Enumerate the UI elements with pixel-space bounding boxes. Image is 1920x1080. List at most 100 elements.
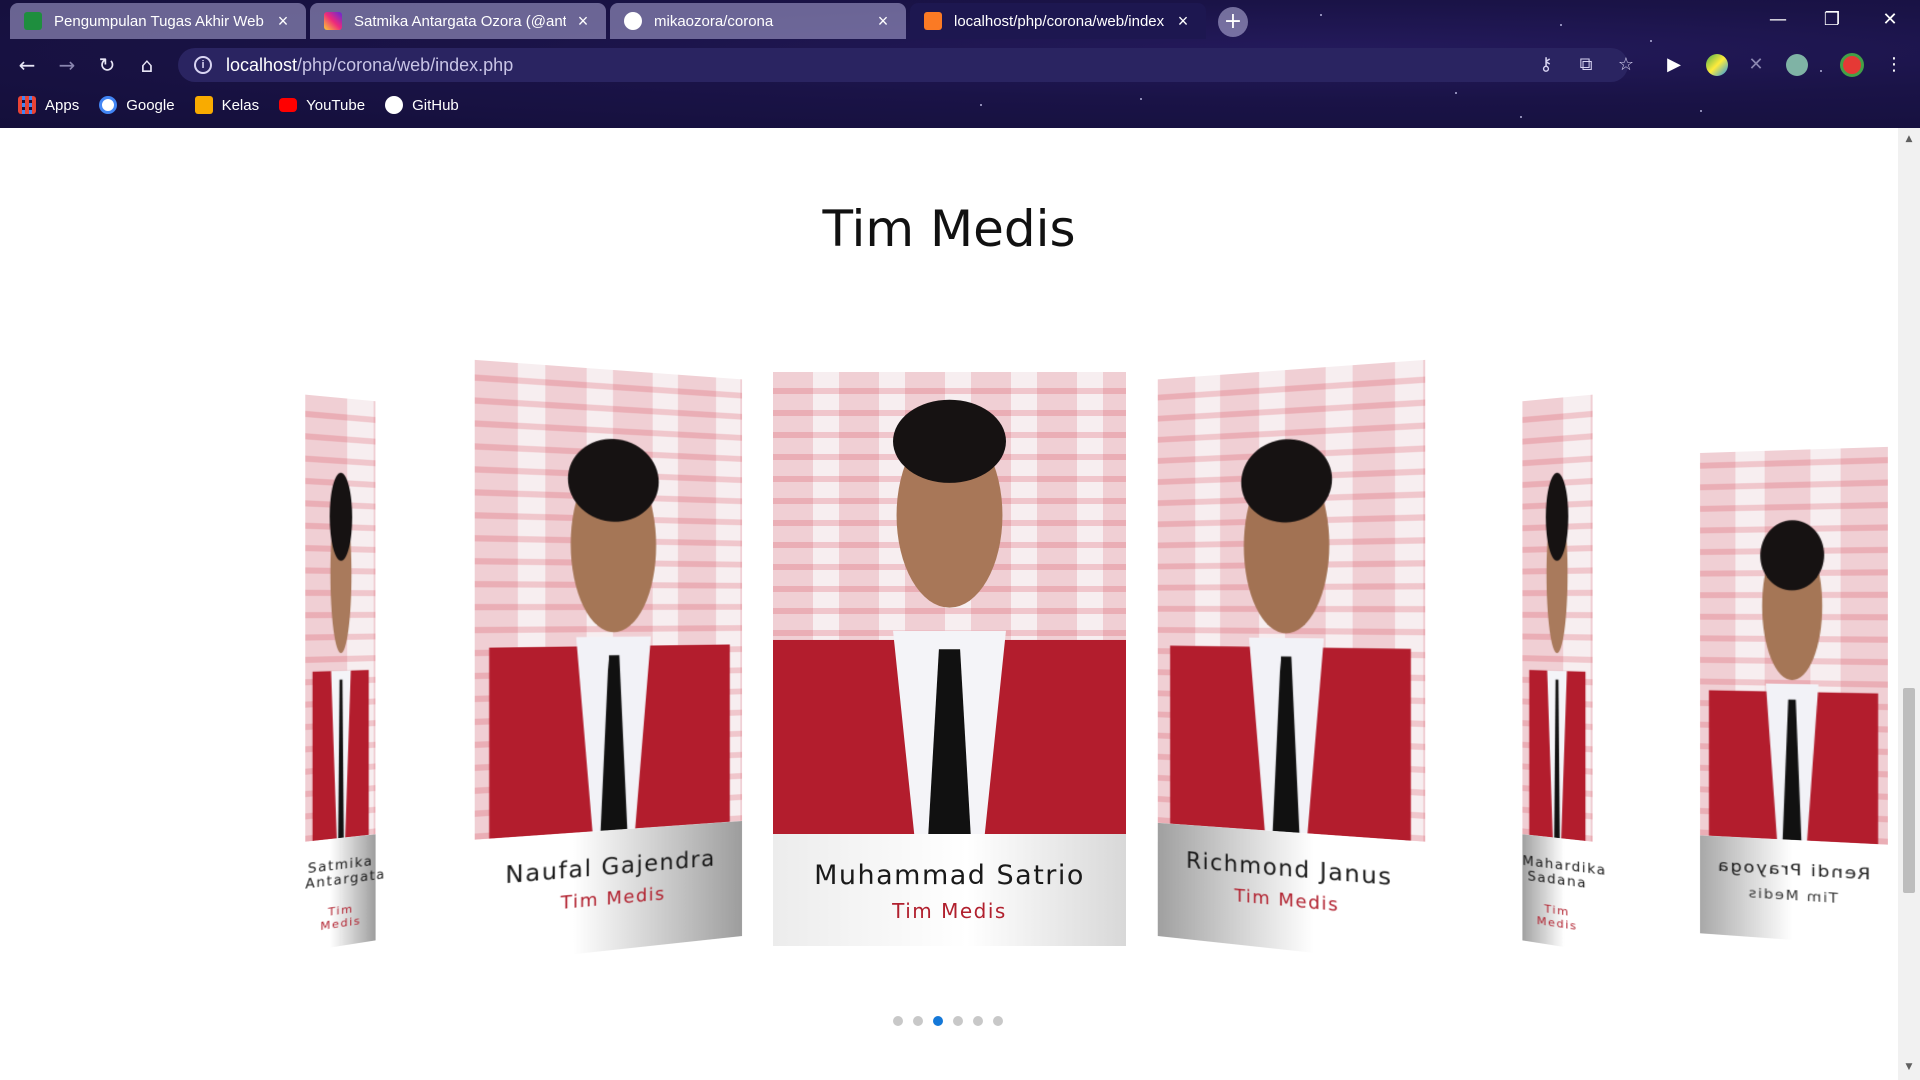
member-photo [773, 372, 1126, 834]
github-icon [624, 12, 642, 30]
url-path: /php/corona/web/index.php [297, 54, 514, 75]
page-scrollbar[interactable]: ▲ ▼ [1898, 128, 1920, 1080]
scroll-down-arrow[interactable]: ▼ [1903, 1062, 1915, 1072]
back-button[interactable]: ← [12, 50, 42, 80]
bookmark-label: GitHub [412, 96, 459, 114]
card-caption: Mahardika Sadana Tim Medis [1522, 834, 1607, 952]
url-host: localhost [226, 54, 298, 75]
google-classroom-icon [194, 96, 213, 114]
address-bar[interactable]: i localhost/php/corona/web/index.php [178, 48, 1628, 82]
bookmark-label: Google [126, 96, 175, 114]
member-portrait [1708, 519, 1879, 845]
carousel-dot[interactable] [993, 1016, 1003, 1026]
tab-title: Satmika Antargata Ozora (@anta [354, 12, 566, 30]
close-icon[interactable]: × [574, 12, 592, 30]
close-icon[interactable]: × [874, 12, 892, 30]
bookmark-youtube[interactable]: YouTube [279, 97, 365, 114]
member-portrait [1170, 436, 1411, 841]
tab-github-repo[interactable]: mikaozora/corona × [610, 3, 906, 39]
scroll-thumb[interactable] [1903, 688, 1915, 893]
member-name: Mahardika Sadana [1522, 853, 1607, 892]
browser-toolbar: ← → ↻ ⌂ i localhost/php/corona/web/index… [0, 44, 1920, 86]
extension-x-icon[interactable]: ✕ [1742, 51, 1770, 79]
tab-localhost[interactable]: localhost/php/corona/web/index × [910, 3, 1206, 39]
maximize-button[interactable]: ❐ [1806, 4, 1858, 36]
home-button[interactable]: ⌂ [132, 50, 162, 80]
carousel-card-active[interactable]: Muhammad Satrio Tim Medis [773, 372, 1126, 946]
carousel-card[interactable]: Satmika Antargata Tim Medis [305, 394, 386, 964]
carousel-card[interactable]: Rendi Prayoga Tim Medis [1699, 446, 1888, 947]
carousel-dot[interactable] [913, 1016, 923, 1026]
youtube-icon [279, 98, 298, 112]
site-info-icon[interactable]: i [194, 56, 212, 74]
minimize-button[interactable]: — [1752, 4, 1804, 36]
github-icon [385, 96, 404, 114]
close-icon[interactable]: × [1174, 12, 1192, 30]
carousel-card[interactable]: Naufal Gajendra Tim Medis [474, 359, 743, 986]
card-caption: Naufal Gajendra Tim Medis [474, 820, 743, 966]
member-name: Rendi Prayoga [1716, 855, 1871, 884]
member-photo [1522, 394, 1593, 842]
member-photo [1157, 359, 1426, 842]
member-role: Tim Medis [1536, 902, 1578, 934]
bookmark-label: YouTube [306, 96, 366, 114]
tab-title: localhost/php/corona/web/index [954, 12, 1165, 30]
member-photo [305, 394, 376, 842]
forward-button[interactable]: → [52, 50, 82, 80]
bookmark-kelas[interactable]: Kelas [194, 96, 260, 114]
bookmark-label: Kelas [221, 96, 260, 114]
bookmark-github[interactable]: GitHub [385, 96, 459, 114]
member-photo [1699, 446, 1888, 845]
carousel-card[interactable]: Mahardika Sadana Tim Medis [1522, 394, 1607, 964]
scroll-up-arrow[interactable]: ▲ [1903, 134, 1915, 144]
member-photo [474, 359, 743, 840]
member-portrait [773, 399, 1126, 834]
tab-strip: Pengumpulan Tugas Akhir Web × Satmika An… [0, 0, 1920, 42]
tab-pengumpulan-tugas[interactable]: Pengumpulan Tugas Akhir Web × [10, 3, 306, 39]
extension-face-icon[interactable] [1786, 54, 1808, 76]
member-role: Tim Medis [320, 902, 362, 934]
card-caption: Satmika Antargata Tim Medis [305, 834, 386, 952]
bookmarks-bar: Apps Google Kelas YouTube GitHub [0, 90, 1920, 120]
translate-icon[interactable]: ⧉ [1572, 51, 1600, 79]
browser-chrome: Pengumpulan Tugas Akhir Web × Satmika An… [0, 0, 1920, 128]
page-content: Tim Medis Satmika Antargata Tim Medis Na… [0, 128, 1898, 1080]
tab-instagram[interactable]: Satmika Antargata Ozora (@anta × [310, 3, 606, 39]
card-caption: Muhammad Satrio Tim Medis [773, 834, 1126, 946]
menu-kebab-icon[interactable]: ⋮ [1880, 51, 1908, 79]
close-icon[interactable]: × [274, 12, 292, 30]
close-window-button[interactable]: ✕ [1864, 4, 1916, 36]
card-caption: Richmond Janus Tim Medis [1157, 822, 1426, 966]
carousel-dot[interactable] [973, 1016, 983, 1026]
play-icon[interactable]: ▶ [1660, 51, 1688, 79]
reload-button[interactable]: ↻ [92, 50, 122, 80]
carousel-dot[interactable] [953, 1016, 963, 1026]
tab-title: mikaozora/corona [654, 12, 774, 30]
member-role: Tim Medis [1747, 886, 1838, 907]
new-tab-button[interactable]: + [1218, 7, 1248, 37]
bookmark-label: Apps [45, 96, 80, 114]
google-icon [99, 96, 118, 114]
member-name: Muhammad Satrio [814, 860, 1085, 891]
member-portrait [1529, 472, 1586, 842]
member-role: Tim Medis [892, 899, 1007, 923]
xampp-icon [924, 12, 942, 30]
member-portrait [312, 472, 369, 842]
extension-globe-icon[interactable] [1706, 54, 1728, 76]
apps-grid-icon [18, 96, 36, 114]
bookmark-google[interactable]: Google [99, 96, 175, 114]
carousel-dot-active[interactable] [933, 1016, 943, 1026]
carousel-card[interactable]: Richmond Janus Tim Medis [1157, 359, 1426, 986]
profile-avatar[interactable] [1840, 53, 1864, 77]
tab-title: Pengumpulan Tugas Akhir Web [54, 12, 264, 30]
carousel-dot[interactable] [893, 1016, 903, 1026]
bookmark-apps[interactable]: Apps [18, 96, 79, 114]
google-classroom-icon [24, 12, 42, 30]
team-carousel: Satmika Antargata Tim Medis Naufal Gajen… [0, 128, 1898, 1080]
key-icon[interactable]: ⚷ [1532, 51, 1560, 79]
instagram-icon [324, 12, 342, 30]
member-name: Satmika Antargata [305, 854, 386, 893]
member-portrait [489, 436, 730, 839]
card-caption: Rendi Prayoga Tim Medis [1699, 835, 1888, 947]
bookmark-star-icon[interactable]: ☆ [1612, 51, 1640, 79]
